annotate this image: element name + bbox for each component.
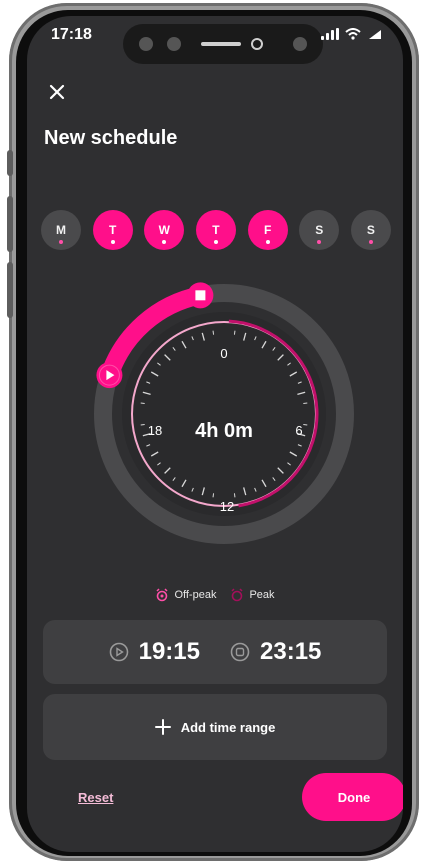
page-title: New schedule [44,127,178,149]
day-label: M [56,223,66,237]
dial-tick [140,423,145,426]
play-circle-icon [109,642,128,662]
dial-tick [212,330,215,335]
hour-label-bottom: 12 [220,499,234,514]
day-indicator-dot [265,240,270,244]
day-label: T [212,223,220,237]
hour-label-top: 0 [220,346,227,361]
start-time-value: 19:15 [138,638,200,665]
signal-icon [321,28,339,40]
end-time-value: 23:15 [260,638,322,665]
day-label: T [108,223,117,237]
day-selector: M T W T F S S [41,210,391,250]
hour-label-right: 6 [295,423,302,438]
legend-off-peak: Off-peak [155,588,216,602]
day-indicator-dot [368,240,373,244]
day-label: S [315,223,324,237]
start-time[interactable]: 19:15 [109,638,200,666]
stop-circle-icon [230,642,250,662]
sensor-dot-icon [167,37,181,51]
done-button[interactable]: Done [302,773,403,821]
status-time: 17:18 [51,26,92,43]
status-icons [321,28,383,40]
dynamic-island [123,24,323,64]
dial-tick [303,423,308,426]
phone-side-button [7,150,13,176]
day-toggle-wednesday[interactable]: W [144,210,185,250]
phone-volume-down-button [7,262,13,318]
phone-volume-up-button [7,196,13,252]
legend-peak: Peak [230,588,275,602]
day-indicator-dot [213,240,218,244]
add-time-range-button[interactable]: Add time range [43,694,387,760]
dial-tick [233,493,236,498]
dial-tick [303,402,308,405]
off-peak-icon [156,588,168,602]
day-toggle-monday[interactable]: M [41,210,81,250]
hour-label-left: 18 [148,423,162,438]
app-screen: 17:18 New schedule M T W T F S S 0 6 12 … [27,16,403,852]
close-icon[interactable] [43,78,71,106]
start-handle[interactable] [96,362,123,389]
day-indicator-dot [59,240,63,244]
day-toggle-thursday[interactable]: T [195,210,236,250]
speaker-pill-icon [201,42,241,46]
sensor-ring-icon [251,38,263,50]
day-indicator-dot [317,240,322,244]
day-label: S [366,223,375,237]
battery-icon [369,30,381,39]
day-toggle-tuesday[interactable]: T [92,210,133,250]
day-toggle-friday[interactable]: F [247,210,288,250]
legend-off-peak-label: Off-peak [174,589,217,601]
day-label: W [158,223,170,237]
schedule-dial[interactable]: 0 6 12 18 4h 0m [27,266,403,566]
tariff-legend: Off-peak Peak [27,588,403,602]
wifi-icon [345,28,361,40]
dial-tick [233,330,236,335]
dial-tick [140,402,145,405]
front-camera-icon [293,37,307,51]
add-time-range-label: Add time range [180,719,276,735]
plus-icon [154,719,171,735]
dial-tick [212,493,215,498]
end-handle[interactable] [187,282,214,309]
day-toggle-saturday[interactable]: S [299,210,340,250]
camera-dot-icon [139,37,153,51]
peak-icon [231,588,243,602]
duration-text: 4h 0m [195,420,253,442]
time-range-card[interactable]: 19:15 23:15 [43,620,387,684]
dial-face [122,312,326,516]
day-toggle-sunday[interactable]: S [350,210,391,250]
day-indicator-dot [162,240,167,244]
reset-button[interactable]: Reset [78,790,113,805]
end-time[interactable]: 23:15 [230,638,321,666]
legend-peak-label: Peak [249,589,275,601]
day-label: F [263,223,272,237]
stop-icon [195,290,206,301]
day-indicator-dot [110,240,115,244]
